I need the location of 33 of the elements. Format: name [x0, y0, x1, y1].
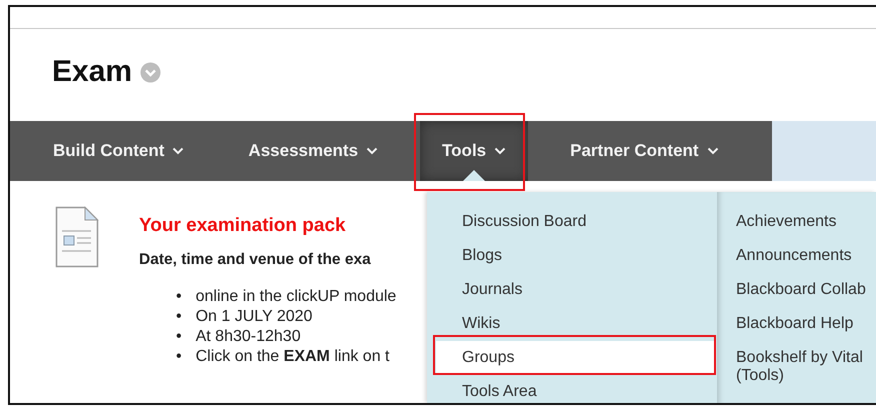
menu-item[interactable]: Groups — [436, 341, 716, 375]
bullet: • — [176, 307, 182, 327]
item-heading: Your examination pack — [139, 215, 347, 237]
menu-item[interactable]: Blackboard Help — [736, 307, 876, 341]
nav-tab[interactable]: Build Content — [31, 121, 206, 181]
menu-item[interactable]: Bookshelf by Vital (Tools) — [736, 341, 876, 393]
menu-item[interactable]: Blackboard Collab — [736, 273, 876, 307]
chevron-down-icon — [366, 147, 378, 155]
list-item-text: At 8h30-12h30 — [196, 327, 301, 347]
menu-item[interactable]: Achievements — [736, 205, 876, 239]
bullet: • — [176, 347, 182, 367]
list-item-text: online in the clickUP module — [196, 287, 396, 307]
chevron-down-icon — [706, 147, 719, 155]
menu-item[interactable]: Discussion Board — [427, 205, 717, 239]
bullet: • — [176, 287, 182, 307]
menu-item[interactable]: Tools Area — [427, 375, 717, 403]
chevron-down-icon — [494, 147, 506, 155]
pointer-icon — [463, 170, 486, 181]
menu-item[interactable]: Blogs — [427, 239, 717, 273]
menu-item[interactable]: Announcements — [736, 239, 876, 273]
menu-item[interactable]: Wikis — [427, 307, 717, 341]
nav-tab[interactable]: Partner Content — [548, 121, 741, 181]
nav-tab[interactable]: Tools — [420, 121, 528, 181]
nav-tab[interactable]: Assessments — [226, 121, 400, 181]
menu-item[interactable]: Journals — [427, 273, 717, 307]
chevron-down-icon[interactable] — [140, 62, 162, 82]
list-item-text: On 1 JULY 2020 — [196, 307, 312, 327]
document-icon — [55, 206, 99, 268]
chevron-down-icon — [172, 147, 184, 155]
list-item-text: Click on the EXAM link on t — [196, 347, 390, 367]
bullet: • — [176, 327, 182, 347]
intro-text: Date, time and venue of the exa — [139, 251, 372, 269]
page-title: Exam — [52, 55, 132, 89]
